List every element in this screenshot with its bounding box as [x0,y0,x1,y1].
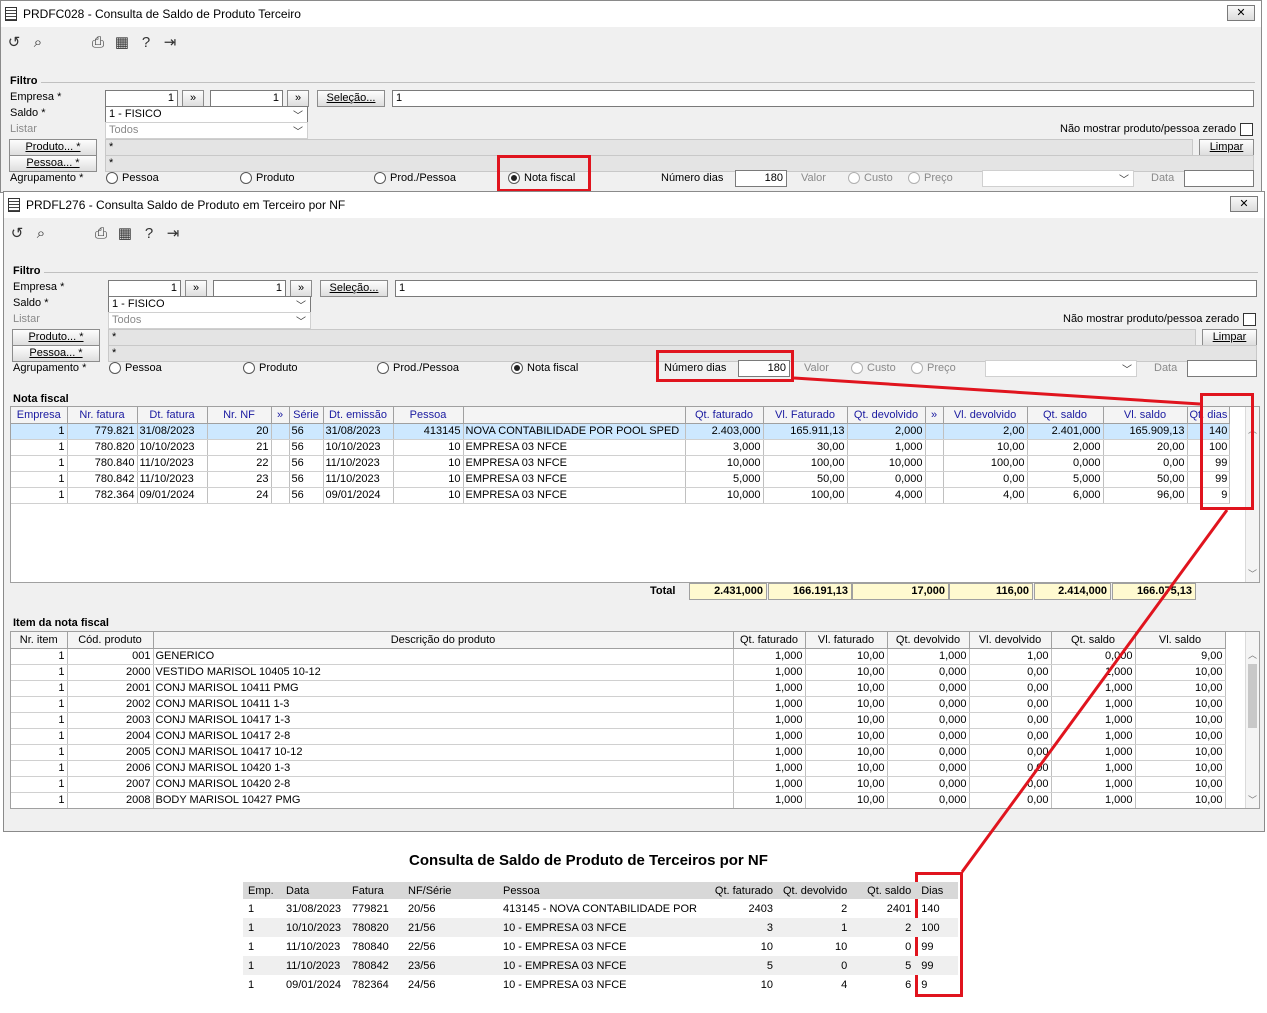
report-cell: 99 [916,956,959,975]
report-cell: 1 [248,902,255,915]
report-cell: 780842 [347,956,403,975]
report-cell: 10 - EMPRESA 03 NFCE [503,978,627,991]
report-column-header: Dias [916,882,959,899]
report-cell: 4 [841,978,848,991]
report-row: 1 09/01/2024 782364 24/56 10 - EMPRESA 03 NF… [243,975,958,994]
report-cell: 1 [243,918,281,937]
report-cell: 20/56 [408,902,436,915]
report-cell: 779821 [352,902,389,915]
report-cell: 2401 [886,902,912,915]
connector-line-numero-dias [793,376,1201,406]
report-cell: 10 - EMPRESA 03 NFCE [503,940,627,953]
report-title: Consulta de Saldo de Produto de Terceiro… [409,852,768,869]
report-cell: 99 [921,940,934,953]
report-cell: 2 [852,918,917,937]
report-row: 1 10/10/2023 780820 21/56 10 - EMPRESA 03 NF… [243,918,959,937]
report-cell: 09/01/2024 [286,978,342,991]
report-column-header: Fatura [347,882,403,899]
report-cell: 3 [702,918,778,937]
report-cell: 11/10/2023 [281,956,347,975]
report-cell: 413145 - NOVA CONTABILIDADE POR [503,902,697,915]
report-cell: 21/56 [403,918,498,937]
report-table: Emp. Data Fatura NF/Série Pessoa Qt. faturado… [243,882,959,994]
report-cell: 0 [905,940,912,953]
report-cell: 782364 [352,978,389,991]
connector-line-dias [960,509,1229,873]
report-row: 1 11/10/2023 780842 23/56 10 - EMPRESA 03 NF… [243,956,959,975]
report-cell: 11/10/2023 [286,940,341,953]
report-row: 1 11/10/2023 780840 22/56 10 - EMPRESA 03 NF… [243,937,958,956]
report-cell: 31/08/2023 [286,902,342,915]
report-column-header: Pessoa [498,882,702,899]
report-cell: 1 [778,918,853,937]
report-cell: 24/56 [408,978,436,991]
report-cell: 23/56 [403,956,498,975]
report-cell: 2403 [748,902,773,915]
report-cell: 10 [834,940,848,953]
report-cell: 9 [921,978,928,991]
report-column-header: Qt. faturado [702,882,778,899]
report-cell: 780840 [352,940,389,953]
report-column-header: Emp. [243,882,281,899]
report-column-header: Qt. devolvido [778,882,853,899]
report-row: 1 31/08/2023 779821 20/56 413145 - NOVA CONT… [243,899,958,918]
report-cell: 0 [778,956,853,975]
report-cell: 10 [760,978,773,991]
report-cell: 1 [248,978,255,991]
report-cell: 10 [760,940,773,953]
report-cell: 2 [841,902,848,915]
report-cell: 10 - EMPRESA 03 NFCE [498,918,702,937]
report-cell: 10 - EMPRESA 03 NFCE [498,956,702,975]
report-column-header: NF/Série [403,882,498,899]
report-cell: 1 [243,956,281,975]
report-cell: 1 [248,940,255,953]
report-cell: 22/56 [408,940,436,953]
report-column-header: Data [281,882,347,899]
report-cell: 100 [916,918,959,937]
report-cell: 140 [921,902,940,915]
report-cell: 5 [702,956,778,975]
report-cell: 780820 [347,918,403,937]
report-column-header: Qt. saldo [852,882,917,899]
report-cell: 10/10/2023 [281,918,347,937]
report-cell: 6 [905,978,912,991]
report-cell: 5 [852,956,917,975]
